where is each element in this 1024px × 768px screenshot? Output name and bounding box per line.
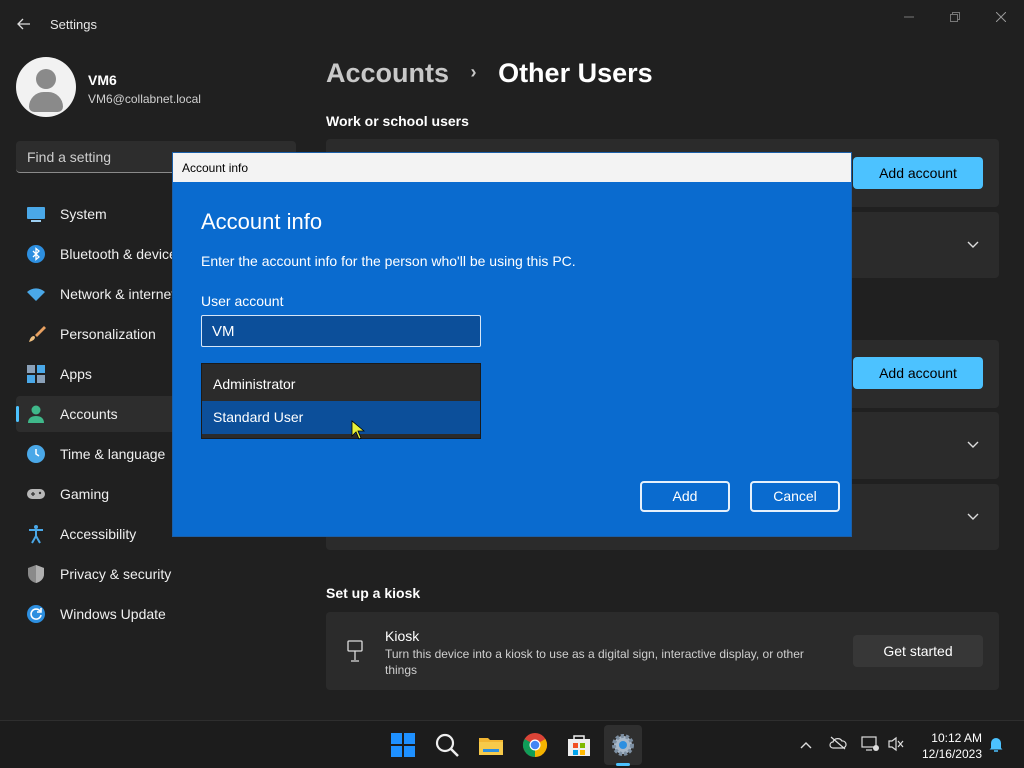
taskbar: 10:12 AM 12/16/2023 (0, 720, 1024, 768)
onedrive-offline-icon[interactable] (829, 736, 847, 754)
breadcrumb: Accounts › Other Users (326, 58, 653, 89)
dialog-heading: Account info (201, 209, 323, 234)
sidebar-item-label: Apps (60, 366, 92, 382)
kiosk-description: Turn this device into a kiosk to use as … (385, 647, 804, 677)
minimize-icon (904, 16, 914, 18)
add-button[interactable]: Add (640, 481, 730, 512)
profile-name: VM6 (88, 72, 117, 88)
profile-email: VM6@collabnet.local (88, 92, 201, 106)
user-account-input[interactable] (201, 315, 481, 347)
avatar-head-icon (36, 69, 56, 89)
windows-start-icon[interactable] (389, 731, 417, 759)
sidebar-item-label: Accessibility (60, 526, 137, 542)
breadcrumb-separator-icon: › (470, 62, 477, 82)
close-button[interactable] (981, 6, 1021, 28)
sidebar-item-windows-update[interactable]: Windows Update (16, 596, 296, 632)
minimize-button[interactable] (889, 6, 929, 28)
close-icon (995, 11, 1007, 23)
notification-bell-icon[interactable] (987, 736, 1005, 754)
chevron-down-icon (967, 508, 979, 524)
sidebar-item-label: Gaming (60, 486, 110, 502)
accessibility-icon (29, 525, 43, 544)
network-icon (27, 288, 45, 301)
gamepad-icon (27, 489, 45, 499)
chevron-down-icon (967, 436, 979, 452)
brush-icon (29, 326, 46, 342)
settings-gear-icon[interactable] (609, 731, 637, 759)
bluetooth-icon (27, 245, 45, 263)
restore-button[interactable] (935, 6, 975, 28)
user-account-label: User account (201, 293, 284, 309)
sidebar-item-label: Accounts (60, 406, 118, 422)
add-other-user-button[interactable]: Add account (853, 357, 983, 389)
chrome-icon[interactable] (521, 731, 549, 759)
account-type-dropdown-list: Administrator Standard User (201, 363, 481, 439)
breadcrumb-parent[interactable]: Accounts (326, 58, 449, 88)
page-title: Other Users (498, 58, 653, 88)
work-school-section-title: Work or school users (326, 113, 469, 129)
kiosk-icon (347, 640, 363, 662)
system-icon (27, 207, 45, 222)
kiosk-title: Kiosk (385, 628, 420, 644)
avatar-body-icon (29, 92, 63, 112)
kiosk-section-title: Set up a kiosk (326, 585, 421, 601)
app-title: Settings (50, 17, 97, 32)
kiosk-card: Kiosk Turn this device into a kiosk to u… (326, 612, 999, 690)
search-icon[interactable] (433, 731, 461, 759)
cancel-button[interactable]: Cancel (750, 481, 840, 512)
sidebar-item-label: Network & internet (60, 286, 176, 302)
restore-icon (950, 12, 960, 22)
sidebar-item-label: Privacy & security (60, 566, 172, 582)
clock-time[interactable]: 10:12 AM (920, 731, 982, 745)
clock-icon (27, 445, 45, 463)
sidebar-item-label: Windows Update (60, 606, 166, 622)
chevron-down-icon (967, 236, 979, 252)
accounts-icon (28, 405, 44, 423)
account-info-dialog: Account info Account info Enter the acco… (172, 152, 852, 537)
sidebar-item-privacy-security[interactable]: Privacy & security (16, 556, 296, 592)
avatar[interactable] (16, 57, 76, 117)
back-button[interactable] (12, 12, 36, 36)
network-status-icon[interactable] (861, 736, 879, 754)
active-app-indicator (616, 763, 630, 766)
apps-icon (27, 365, 45, 383)
option-standard-user[interactable]: Standard User (202, 401, 480, 434)
microsoft-store-icon[interactable] (565, 731, 593, 759)
dialog-description: Enter the account info for the person wh… (201, 253, 576, 269)
sidebar-item-label: Time & language (60, 446, 166, 462)
get-started-button[interactable]: Get started (853, 635, 983, 667)
back-arrow-icon (17, 18, 30, 30)
file-explorer-icon[interactable] (477, 731, 505, 759)
volume-muted-icon[interactable] (887, 736, 905, 754)
mouse-cursor-icon (351, 420, 365, 440)
chevron-up-icon[interactable] (797, 736, 815, 754)
clock-date[interactable]: 12/16/2023 (910, 747, 982, 761)
option-administrator[interactable]: Administrator (202, 368, 480, 401)
sidebar-item-label: Bluetooth & devices (60, 246, 184, 262)
shield-icon (28, 565, 44, 583)
title-bar: Settings (0, 0, 1024, 48)
update-icon (27, 605, 45, 623)
dialog-window-title: Account info (182, 161, 249, 175)
dialog-title-bar[interactable]: Account info (173, 153, 851, 182)
sidebar-item-label: System (60, 206, 107, 222)
sidebar-item-label: Personalization (60, 326, 156, 342)
add-work-account-button[interactable]: Add account (853, 157, 983, 189)
